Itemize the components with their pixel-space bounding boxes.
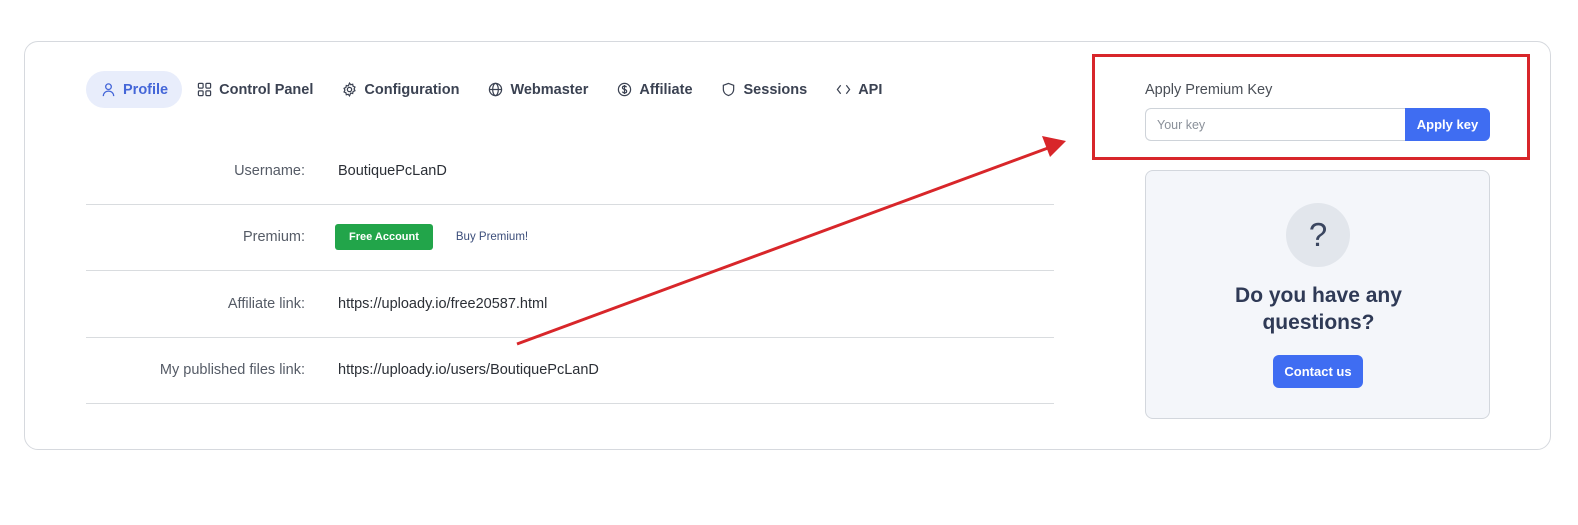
- premium-row: Premium: Free Account Buy Premium!: [86, 205, 1054, 271]
- shield-icon: [721, 82, 737, 98]
- tab-label: Webmaster: [510, 81, 589, 98]
- tab-bar: Profile Control Panel Configuration Webm…: [86, 71, 896, 108]
- tab-affiliate[interactable]: Affiliate: [602, 71, 706, 108]
- tab-label: Configuration: [364, 81, 460, 98]
- tab-label: API: [858, 81, 883, 98]
- questions-card: ? Do you have any questions? Contact us: [1145, 170, 1490, 419]
- premium-label: Premium:: [242, 229, 305, 246]
- tab-configuration[interactable]: Configuration: [327, 71, 473, 108]
- dollar-icon: [616, 82, 632, 98]
- tab-control-panel[interactable]: Control Panel: [182, 71, 327, 108]
- profile-info-list: Username: BoutiquePcLanD Premium: Free A…: [86, 138, 1054, 404]
- premium-key-title: Apply Premium Key: [1145, 82, 1273, 98]
- code-icon: [835, 82, 851, 98]
- buy-premium-link[interactable]: Buy Premium!: [456, 231, 528, 243]
- user-icon: [100, 82, 116, 98]
- tab-api[interactable]: API: [821, 71, 896, 108]
- account-status-badge: Free Account: [335, 224, 433, 251]
- globe-icon: [487, 82, 503, 98]
- published-files-label: My published files link:: [159, 362, 305, 379]
- affiliate-link-value[interactable]: https://uploady.io/free20587.html: [338, 296, 547, 312]
- tab-sessions[interactable]: Sessions: [707, 71, 822, 108]
- question-mark-icon: ?: [1286, 203, 1350, 267]
- apply-key-button[interactable]: Apply key: [1405, 108, 1490, 141]
- username-value: BoutiquePcLanD: [338, 162, 447, 179]
- grid-icon: [196, 82, 212, 98]
- gear-icon: [341, 82, 357, 98]
- tab-label: Sessions: [743, 81, 808, 98]
- affiliate-label: Affiliate link:: [227, 295, 305, 312]
- username-label: Username:: [234, 162, 305, 179]
- tab-label: Affiliate: [639, 81, 693, 98]
- contact-us-button[interactable]: Contact us: [1273, 355, 1363, 388]
- questions-heading-line-1: Do you have any: [1235, 284, 1402, 307]
- premium-key-input[interactable]: [1145, 108, 1407, 141]
- published-files-row: My published files link: https://uploady…: [86, 338, 1054, 404]
- premium-value: Free Account Buy Premium!: [335, 224, 528, 251]
- affiliate-row: Affiliate link: https://uploady.io/free2…: [86, 271, 1054, 338]
- annotation-highlight-box: [1092, 54, 1530, 160]
- questions-heading-line-2: questions?: [1262, 311, 1375, 334]
- username-row: Username: BoutiquePcLanD: [86, 138, 1054, 205]
- published-files-link-value[interactable]: https://uploady.io/users/BoutiquePcLanD: [338, 362, 599, 378]
- tab-label: Control Panel: [219, 81, 314, 98]
- tab-webmaster[interactable]: Webmaster: [473, 71, 602, 108]
- tab-profile[interactable]: Profile: [86, 71, 183, 108]
- questions-heading: Do you have any questions?: [1146, 282, 1491, 336]
- tab-label: Profile: [123, 81, 169, 98]
